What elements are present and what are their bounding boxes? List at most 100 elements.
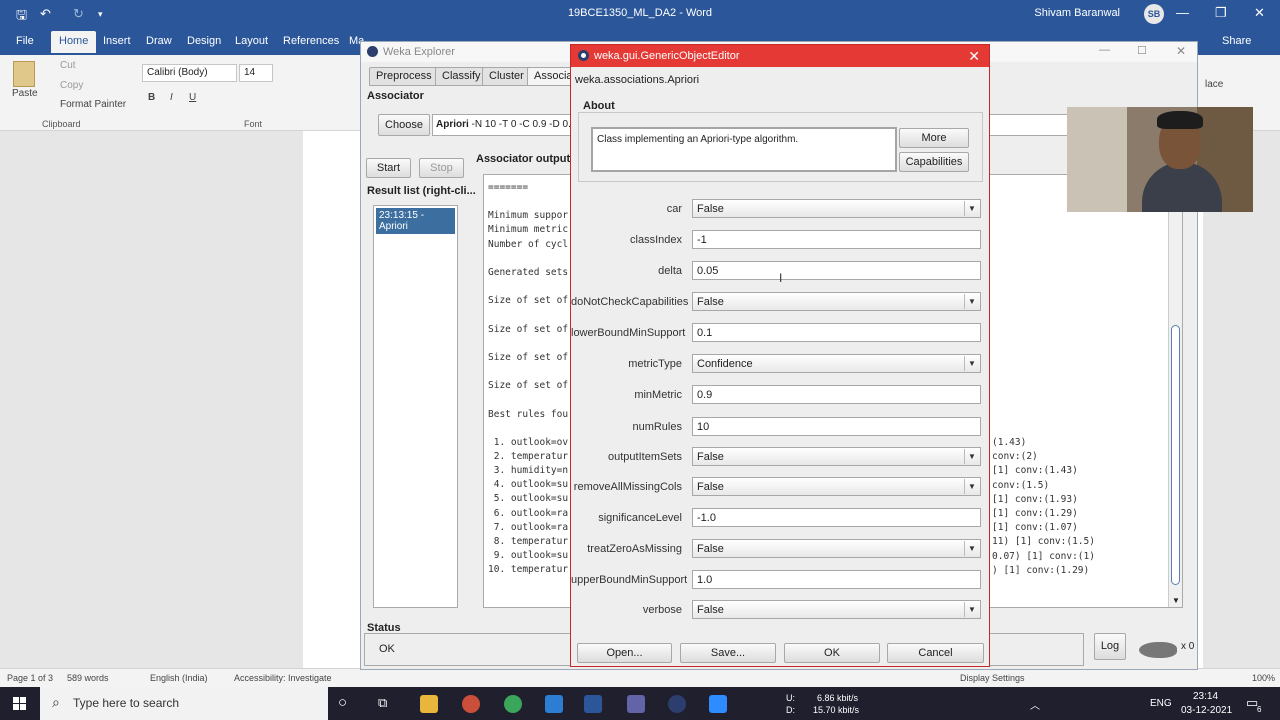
tab-references[interactable]: References <box>283 35 339 47</box>
chrome-icon[interactable] <box>504 695 522 713</box>
taskbar-search[interactable]: ⌕ Type here to search <box>40 687 328 720</box>
zoom-level[interactable]: 100% <box>1252 673 1275 683</box>
metrictype-select[interactable]: Confidence ▼ <box>692 354 981 373</box>
webcam-overlay <box>1067 107 1253 212</box>
car-value: False <box>697 203 724 215</box>
tab-file[interactable]: File <box>16 35 34 47</box>
paste-label[interactable]: Paste <box>12 88 38 99</box>
ok-button[interactable]: OK <box>784 643 880 663</box>
paste-icon[interactable] <box>13 61 35 87</box>
save-button[interactable]: Save... <box>680 643 776 663</box>
delta-field[interactable]: 0.05 <box>692 261 981 280</box>
scroll-down-icon[interactable]: ▼ <box>1172 596 1180 605</box>
close-icon[interactable]: ✕ <box>968 48 980 65</box>
output-right-column: (1.43) conv:(2) [1] conv:(1.43) conv:(1.5) [… <box>992 436 1095 578</box>
removeallmissingcols-select[interactable]: False ▼ <box>692 477 981 496</box>
numrules-field[interactable]: 10 <box>692 417 981 436</box>
donotcheckcapabilities-select[interactable]: False ▼ <box>692 292 981 311</box>
cancel-button[interactable]: Cancel <box>887 643 984 663</box>
output-line: conv:(2) <box>992 451 1038 463</box>
copy-button[interactable]: Copy <box>60 80 83 91</box>
tab-home[interactable]: Home <box>51 31 97 53</box>
calculator-icon[interactable] <box>545 695 563 713</box>
maximize-icon[interactable]: ❐ <box>1215 5 1227 21</box>
tab-layout[interactable]: Layout <box>235 35 268 47</box>
word-icon[interactable] <box>584 695 602 713</box>
format-painter-button[interactable]: Format Painter <box>60 99 126 110</box>
classindex-field[interactable]: -1 <box>692 230 981 249</box>
associator-output-label: Associator output <box>476 153 571 165</box>
share-button[interactable]: Share <box>1222 35 1251 47</box>
output-line: ) [1] conv:(1.29) <box>992 564 1090 576</box>
scrollbar-thumb[interactable] <box>1171 325 1180 585</box>
font-size-select[interactable]: 14 <box>239 64 273 82</box>
treatzeroasmissing-value: False <box>697 543 724 555</box>
close-icon[interactable]: ✕ <box>1254 5 1265 21</box>
outputitemsets-select[interactable]: False ▼ <box>692 447 981 466</box>
clipboard-group-label: Clipboard <box>42 119 81 129</box>
display-settings[interactable]: Display Settings <box>960 673 1025 683</box>
app-icon[interactable] <box>462 695 480 713</box>
user-name[interactable]: Shivam Baranwal <box>1034 7 1120 19</box>
class-name: weka.associations.Apriori <box>575 74 700 86</box>
output-line: 0.07) [1] conv:(1) <box>992 550 1095 562</box>
input-language[interactable]: ENG <box>1150 698 1172 709</box>
minimize-icon[interactable]: — <box>1176 5 1189 20</box>
file-explorer-icon[interactable] <box>420 695 438 713</box>
car-select[interactable]: False ▼ <box>692 199 981 218</box>
word-count[interactable]: 589 words <box>67 673 109 683</box>
bold-button[interactable]: B <box>148 92 155 103</box>
associator-name: Apriori <box>436 119 469 130</box>
page-count[interactable]: Page 1 of 3 <box>7 673 53 683</box>
significancelevel-field[interactable]: -1.0 <box>692 508 981 527</box>
treatzeroasmissing-select[interactable]: False ▼ <box>692 539 981 558</box>
tab-insert[interactable]: Insert <box>103 35 131 47</box>
cut-button[interactable]: Cut <box>60 60 76 71</box>
log-button[interactable]: Log <box>1094 633 1126 660</box>
tab-draw[interactable]: Draw <box>146 35 172 47</box>
underline-button[interactable]: U <box>189 92 196 103</box>
result-list-item[interactable]: 23:13:15 - Apriori <box>376 208 455 234</box>
property-label-significancelevel: significanceLevel <box>598 512 682 524</box>
minimize-icon[interactable]: — <box>1099 44 1110 56</box>
windows-logo-icon <box>13 697 19 703</box>
font-name-select[interactable]: Calibri (Body) <box>142 64 237 82</box>
verbose-select[interactable]: False ▼ <box>692 600 981 619</box>
tab-preprocess[interactable]: Preprocess <box>369 67 439 86</box>
start-button[interactable] <box>0 687 40 720</box>
capabilities-button[interactable]: Capabilities <box>899 152 969 172</box>
output-scrollbar[interactable]: ▼ <box>1168 175 1182 607</box>
output-line: conv:(1.5) <box>992 479 1050 491</box>
stop-button[interactable]: Stop <box>419 158 464 178</box>
cortana-icon[interactable]: ○ <box>338 694 347 711</box>
word-title-bar: 🖫 ↶ ↻ ▾ 19BCE1350_ML_DA2 - Word Shivam B… <box>0 0 1280 28</box>
upperboundminsupport-field[interactable]: 1.0 <box>692 570 981 589</box>
open-button[interactable]: Open... <box>577 643 672 663</box>
clock-time[interactable]: 23:14 <box>1193 691 1218 702</box>
maximize-icon[interactable]: ☐ <box>1137 44 1147 57</box>
weka-icon[interactable] <box>668 695 686 713</box>
avatar[interactable]: SB <box>1144 4 1164 24</box>
language-status[interactable]: English (India) <box>150 673 208 683</box>
italic-button[interactable]: I <box>170 92 173 103</box>
clock-date[interactable]: 03-12-2021 <box>1181 705 1232 716</box>
tab-classify[interactable]: Classify <box>435 67 488 86</box>
task-view-icon[interactable]: ⧉ <box>378 695 387 711</box>
more-button[interactable]: More <box>899 128 969 148</box>
minmetric-field[interactable]: 0.9 <box>692 385 981 404</box>
chevron-up-icon[interactable]: ︿ <box>1030 697 1040 712</box>
accessibility-status[interactable]: Accessibility: Investigate <box>234 673 332 683</box>
choose-button[interactable]: Choose <box>378 114 430 136</box>
result-list[interactable]: 23:13:15 - Apriori <box>373 205 458 608</box>
zoom-icon[interactable] <box>709 695 727 713</box>
lowerboundminsupport-field[interactable]: 0.1 <box>692 323 981 342</box>
chevron-down-icon: ▼ <box>964 479 979 494</box>
tab-cluster[interactable]: Cluster <box>482 67 531 86</box>
start-button[interactable]: Start <box>366 158 411 178</box>
close-icon[interactable]: ✕ <box>1176 44 1186 58</box>
chevron-down-icon: ▼ <box>964 294 979 309</box>
replace-button[interactable]: lace <box>1205 79 1223 90</box>
teams-icon[interactable] <box>627 695 645 713</box>
tab-design[interactable]: Design <box>187 35 221 47</box>
